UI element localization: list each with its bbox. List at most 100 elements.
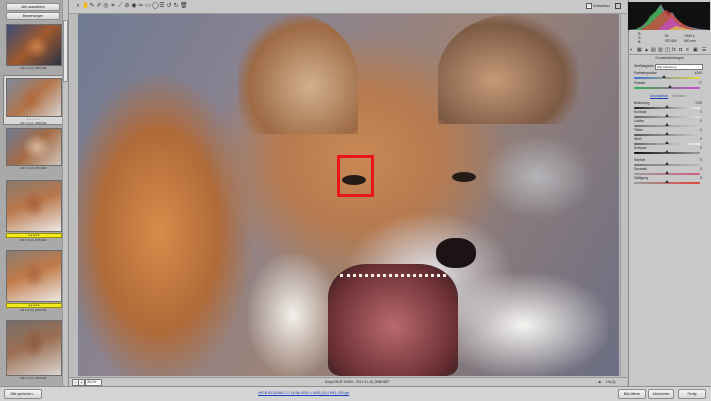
save-image-button[interactable]: Bild speichern... (4, 389, 42, 399)
thumbnail-image[interactable] (6, 250, 62, 302)
temp-slider-knob[interactable] (662, 75, 666, 78)
cancel-button[interactable]: Abbrechen (648, 389, 674, 399)
thumbnail-item[interactable]: ★★★★★ 2017-01-16_0099.NEF (4, 250, 63, 312)
adjustment-slider[interactable] (634, 105, 700, 109)
adjustment-slider[interactable] (634, 114, 700, 118)
slider-knob[interactable] (665, 180, 669, 183)
adjustment-slider[interactable] (634, 162, 700, 166)
crop-icon[interactable]: ⌗ (110, 3, 116, 9)
wb-select[interactable]: Wie Aufnahme (655, 64, 703, 70)
adjustment-slider[interactable] (634, 171, 700, 175)
straighten-icon[interactable]: ⟋ (117, 3, 123, 9)
tint-value[interactable]: +7 (698, 81, 702, 86)
slider-knob[interactable] (665, 105, 669, 108)
slider-label: Kontrast (634, 110, 647, 114)
temp-slider[interactable] (634, 75, 700, 79)
tab-presets-icon[interactable]: ≡ (686, 47, 689, 54)
trash-icon[interactable]: 🗑 (180, 3, 188, 9)
thumbnail-image[interactable] (6, 180, 62, 232)
color-label-yellow[interactable]: ★★★★★ (6, 233, 62, 238)
slider-value[interactable]: 0 (700, 137, 702, 142)
select-all-button[interactable]: Alle auswählen (6, 3, 60, 11)
zoom-icon[interactable]: ⌕ (75, 3, 81, 9)
fox-cheek (248, 254, 338, 376)
radial-filter-icon[interactable]: ◯ (152, 3, 159, 9)
slider-label: Dynamik (634, 167, 647, 171)
tab-detail-icon[interactable]: ▲ (644, 47, 649, 54)
red-eye-icon[interactable]: ◉ (131, 3, 137, 9)
slider-knob[interactable] (665, 123, 669, 126)
thumbnail-image[interactable] (6, 24, 62, 66)
filmstrip-scroll-thumb[interactable] (63, 20, 68, 82)
slider-value[interactable]: 0 (700, 110, 702, 115)
thumbnail-item[interactable]: 2017-01-16_0091.NEF (4, 128, 63, 170)
preview-scrollbar[interactable] (620, 14, 627, 376)
rate-button[interactable]: Bewertungen (6, 12, 60, 20)
color-sampler-icon[interactable]: ✐ (96, 3, 102, 9)
star-rating[interactable]: • • • • • (4, 117, 63, 121)
thumbnail-image[interactable] (6, 78, 62, 117)
slider-value[interactable]: 0,00 (696, 101, 702, 106)
slider-value[interactable]: 0 (700, 128, 702, 133)
thumbnail-image[interactable] (6, 128, 62, 166)
thumbnail-item[interactable]: 2017-01-16_0085.NEF (4, 24, 63, 70)
preview-checkbox[interactable]: ✓ Vorschau (586, 3, 610, 9)
adjustment-slider[interactable] (634, 141, 700, 145)
panel-menu-icon[interactable]: ☰ (702, 47, 706, 54)
slider-value[interactable]: 0 (700, 146, 702, 151)
adjustment-slider[interactable] (634, 180, 700, 184)
navigate-arrows-icon[interactable]: ◂▸ (598, 378, 601, 386)
hand-icon[interactable]: ✋ (82, 3, 89, 9)
slider-value[interactable]: 0 (700, 158, 702, 163)
tab-split-toning-icon[interactable]: ▥ (658, 47, 663, 54)
thumbnail-item[interactable]: ★★★★★ 2017-01-16_0095.NEF (4, 180, 63, 242)
slider-value[interactable]: 0 (700, 176, 702, 181)
slider-knob[interactable] (665, 150, 669, 153)
fullscreen-icon[interactable] (615, 3, 621, 9)
checkmark-icon[interactable]: ✓ (586, 3, 592, 9)
tab-camera-calibration-icon[interactable]: ◘ (679, 47, 682, 54)
slider-knob[interactable] (665, 132, 669, 135)
preferences-icon[interactable]: ☰ (159, 3, 165, 9)
adjustment-slider[interactable] (634, 132, 700, 136)
zoom-level-select[interactable]: 35,0% (85, 379, 102, 386)
slider-value[interactable]: 0 (700, 167, 702, 172)
slider-knob[interactable] (665, 162, 669, 165)
slider-label: Lichter (634, 119, 644, 123)
slider-knob[interactable] (665, 171, 669, 174)
histogram-b: B: (638, 40, 642, 44)
adjustment-slider[interactable] (634, 150, 700, 154)
graduated-filter-icon[interactable]: ▭ (145, 3, 151, 9)
thumbnail-item[interactable]: 2017-01-16_0103.NEF (4, 320, 63, 380)
spot-removal-icon[interactable]: ⊘ (124, 3, 130, 9)
thumbnail-filename: 2017-01-16_0095.NEF (20, 239, 47, 242)
slider-knob[interactable] (665, 141, 669, 144)
slider-value[interactable]: 0 (700, 119, 702, 124)
bottom-bar: Bild speichern... sRGB IEC61966-2.1; 16 … (0, 386, 711, 401)
thumbnail-image[interactable] (6, 320, 62, 376)
rotate-left-icon[interactable]: ↺ (166, 3, 172, 9)
tab-lens-icon[interactable]: ◫ (665, 47, 670, 54)
tab-hsl-icon[interactable]: ▤ (651, 47, 656, 54)
tab-effects-icon[interactable]: fx (672, 47, 676, 54)
zoom-in-button[interactable]: + (78, 379, 85, 386)
slider-knob[interactable] (665, 114, 669, 117)
tab-tone-curve-icon[interactable]: ▦ (637, 47, 642, 54)
tint-slider-knob[interactable] (668, 85, 672, 88)
open-image-button[interactable]: Bild öffnen (618, 389, 646, 399)
tab-snapshots-icon[interactable]: ▣ (693, 47, 698, 54)
brush-icon[interactable]: ✏ (138, 3, 144, 9)
target-adjust-icon[interactable]: ◎ (103, 3, 109, 9)
rotate-right-icon[interactable]: ↻ (173, 3, 179, 9)
adjustment-slider[interactable] (634, 123, 700, 127)
workflow-options-link[interactable]: sRGB IEC61966-2.1; 16 Bit; 6000 × 4000 (… (258, 389, 349, 397)
auto-link[interactable]: Automatisch (650, 94, 668, 98)
temp-value[interactable]: 4200 (695, 71, 702, 76)
color-label-yellow[interactable]: ★★★★★ (6, 303, 62, 308)
tint-slider[interactable] (634, 85, 700, 89)
thumbnail-item-selected[interactable]: • • • • • 2017-01-16_0088.NEF (3, 75, 64, 125)
done-button[interactable]: Fertig (678, 389, 706, 399)
tab-basic-icon[interactable]: ◐ (630, 47, 633, 54)
default-link[interactable]: Standard (672, 94, 685, 98)
eyedropper-icon[interactable]: ✎ (89, 3, 95, 9)
